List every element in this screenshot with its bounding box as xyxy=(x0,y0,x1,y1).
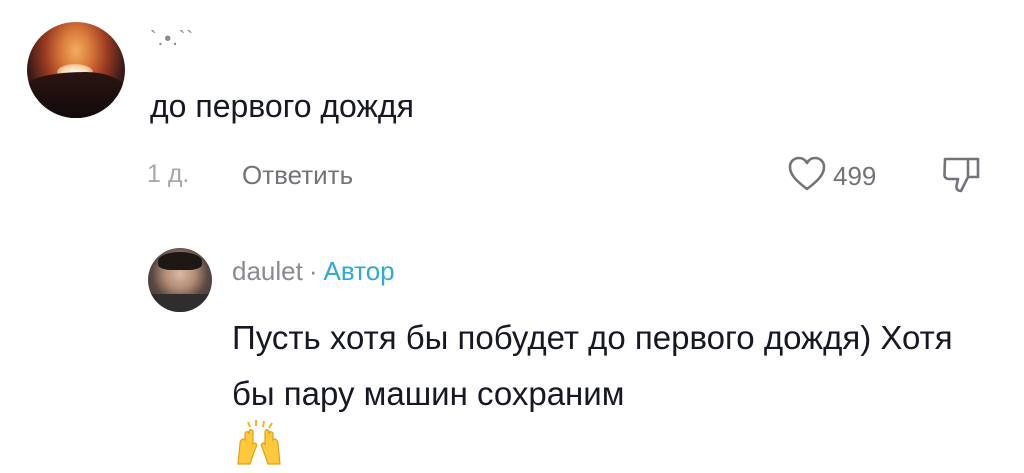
avatar[interactable] xyxy=(27,22,125,118)
avatar-silhouette xyxy=(27,72,125,118)
comment-timestamp: 1 д. xyxy=(147,160,190,188)
avatar-shirt xyxy=(148,294,212,312)
author-badge: Автор xyxy=(323,256,395,286)
raising-hands-emoji xyxy=(234,418,284,468)
avatar-hair xyxy=(158,252,202,270)
reply-avatar[interactable] xyxy=(148,248,212,312)
dislike-button[interactable] xyxy=(940,155,984,200)
like-button[interactable]: 499 xyxy=(787,155,876,198)
reply-text: Пусть хотя бы побудет до первого дождя) … xyxy=(232,319,953,412)
reply-separator: · xyxy=(308,256,318,286)
comment-username[interactable]: `.•.`` xyxy=(150,28,194,51)
thumbs-down-outline-icon xyxy=(940,157,984,199)
reply-username[interactable]: daulet xyxy=(232,256,303,286)
comment-text: до первого дождя xyxy=(150,88,414,124)
heart-outline-icon xyxy=(787,155,827,198)
reply-header: daulet · Автор xyxy=(232,256,395,287)
like-count: 499 xyxy=(833,161,877,191)
reply-button[interactable]: Ответить xyxy=(242,160,353,191)
